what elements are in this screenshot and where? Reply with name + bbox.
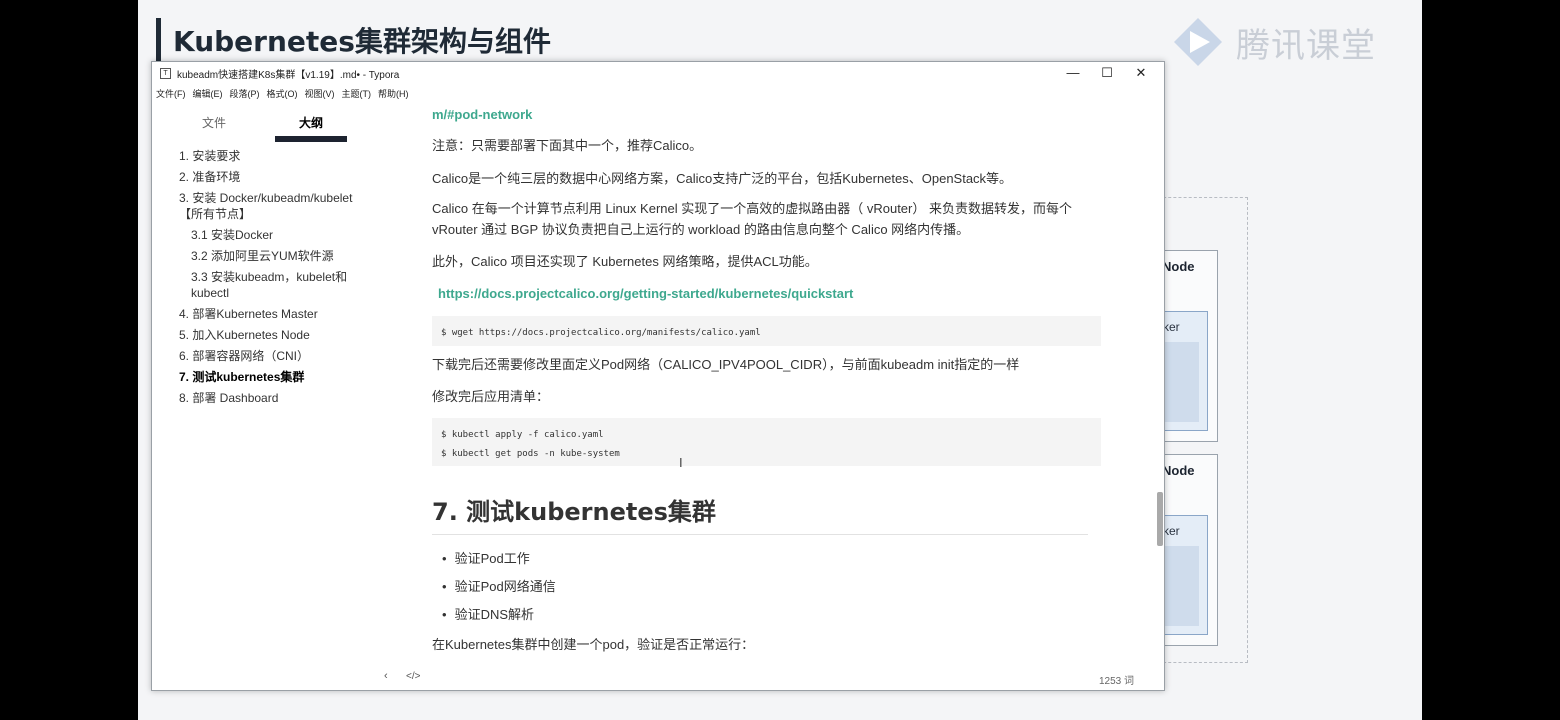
scroll-thumb[interactable] (1157, 492, 1163, 546)
source-mode-button[interactable]: </> (406, 671, 420, 682)
heading-test-cluster: 7. 测试kubernetes集群 (432, 498, 716, 526)
docker-inner (1161, 546, 1199, 626)
bullet-item: 验证Pod网络通信 (442, 576, 556, 595)
node-label: Node (1162, 259, 1195, 274)
play-logo-icon (1174, 18, 1222, 66)
typora-window: T kubeadm快速搭建K8s集群【v1.19】.md• - Typora —… (151, 61, 1165, 691)
outline-item[interactable]: 3.3 安装kubeadm，kubelet和kubectl (179, 269, 361, 301)
brand-text: 腾讯课堂 (1236, 25, 1376, 66)
menubar: 文件(F) 编辑(E) 段落(P) 格式(O) 视图(V) 主题(T) 帮助(H… (152, 84, 416, 102)
text-cursor-icon: I (679, 455, 683, 470)
outline-item[interactable]: 6. 部署容器网络（CNI） (179, 348, 369, 364)
menu-format[interactable]: 格式(O) (267, 87, 298, 100)
code-block-apply[interactable]: $ kubectl apply -f calico.yaml $ kubectl… (432, 418, 1101, 466)
minimize-button[interactable]: — (1056, 62, 1090, 84)
toggle-sidebar-button[interactable]: ‹ (384, 670, 388, 682)
calico-detail-line-1: Calico 在每一个计算节点利用 Linux Kernel 实现了一个高效的虚… (432, 201, 1072, 216)
outline-item[interactable]: 5. 加入Kubernetes Node (179, 327, 369, 343)
code-block-wget[interactable]: $ wget https://docs.projectcalico.org/ma… (432, 316, 1101, 346)
note-text: 注意：只需要部署下面其中一个，推荐Calico。 (432, 138, 703, 153)
window-titlebar[interactable]: T kubeadm快速搭建K8s集群【v1.19】.md• - Typora —… (152, 62, 1164, 84)
outline-item-active[interactable]: 7. 测试kubernetes集群 (179, 369, 369, 385)
maximize-button[interactable]: ☐ (1090, 62, 1124, 84)
tab-files[interactable]: 文件 (179, 110, 249, 131)
code-line: $ kubectl get pods -n kube-system (441, 449, 620, 459)
outline-list: 1. 安装要求 2. 准备环境 3. 安装 Docker/kubeadm/kub… (179, 148, 369, 411)
heading-divider (432, 534, 1088, 535)
pod-network-link[interactable]: m/#pod-network (432, 104, 532, 125)
outline-item[interactable]: 3.1 安装Docker (179, 227, 369, 243)
slide-title-accent (156, 18, 161, 62)
tab-active-indicator (275, 136, 347, 142)
tab-outline[interactable]: 大纲 (276, 110, 346, 131)
calico-policy: 此外，Calico 项目还实现了 Kubernetes 网络策略，提供ACL功能… (432, 254, 818, 269)
docker-label: ker (1163, 524, 1180, 538)
menu-theme[interactable]: 主题(T) (342, 87, 372, 100)
outline-item[interactable]: 2. 准备环境 (179, 169, 369, 185)
brand-logo: 腾讯课堂 (1168, 14, 1376, 70)
calico-intro: Calico是一个纯三层的数据中心网络方案，Calico支持广泛的平台，包括Ku… (432, 171, 1013, 186)
calico-detail-line-2: vRouter 通过 BGP 协议负责把自己上运行的 workload 的路由信… (432, 222, 970, 237)
outline-item[interactable]: 3.2 添加阿里云YUM软件源 (179, 248, 369, 264)
outline-item[interactable]: 1. 安装要求 (179, 148, 369, 164)
create-pod-text: 在Kubernetes集群中创建一个pod，验证是否正常运行： (432, 637, 755, 652)
editor-scrollbar[interactable] (1156, 84, 1164, 674)
window-controls: — ☐ ✕ (1056, 62, 1158, 84)
menu-paragraph[interactable]: 段落(P) (230, 87, 260, 100)
apply-note: 修改完后应用清单： (432, 389, 550, 404)
outline-item[interactable]: 4. 部署Kubernetes Master (179, 306, 369, 322)
sidebar-tabs: 文件 大纲 (152, 110, 398, 142)
menu-help[interactable]: 帮助(H) (378, 87, 409, 100)
code-line: $ kubectl apply -f calico.yaml (441, 430, 604, 440)
bullet-item: 验证Pod工作 (442, 548, 530, 567)
menu-view[interactable]: 视图(V) (305, 87, 335, 100)
outline-item[interactable]: 8. 部署 Dashboard (179, 390, 369, 406)
sidebar: 文件 大纲 1. 安装要求 2. 准备环境 3. 安装 Docker/kubea… (152, 102, 398, 672)
word-count[interactable]: 1253 词 (1099, 672, 1134, 687)
statusbar: ‹ </> 1253 词 (152, 666, 1164, 690)
code-line: $ wget https://docs.projectcalico.org/ma… (441, 328, 761, 338)
menu-edit[interactable]: 编辑(E) (193, 87, 223, 100)
docker-inner (1161, 342, 1199, 422)
slide-title: Kubernetes集群架构与组件 (173, 25, 551, 58)
node-label: Node (1162, 463, 1195, 478)
quickstart-link[interactable]: https://docs.projectcalico.org/getting-s… (438, 283, 853, 304)
bullet-item: 验证DNS解析 (442, 604, 534, 623)
close-button[interactable]: ✕ (1124, 62, 1158, 84)
typora-app-icon: T (160, 67, 171, 79)
editor-content[interactable]: m/#pod-network 注意：只需要部署下面其中一个，推荐Calico。 … (432, 84, 1122, 674)
window-title: kubeadm快速搭建K8s集群【v1.19】.md• - Typora (177, 69, 400, 81)
menu-file[interactable]: 文件(F) (156, 87, 186, 100)
docker-label: ker (1163, 320, 1180, 334)
modify-note: 下载完后还需要修改里面定义Pod网络（CALICO_IPV4POOL_CIDR）… (432, 357, 1020, 372)
outline-item[interactable]: 3. 安装 Docker/kubeadm/kubelet【所有节点】 (179, 190, 354, 222)
